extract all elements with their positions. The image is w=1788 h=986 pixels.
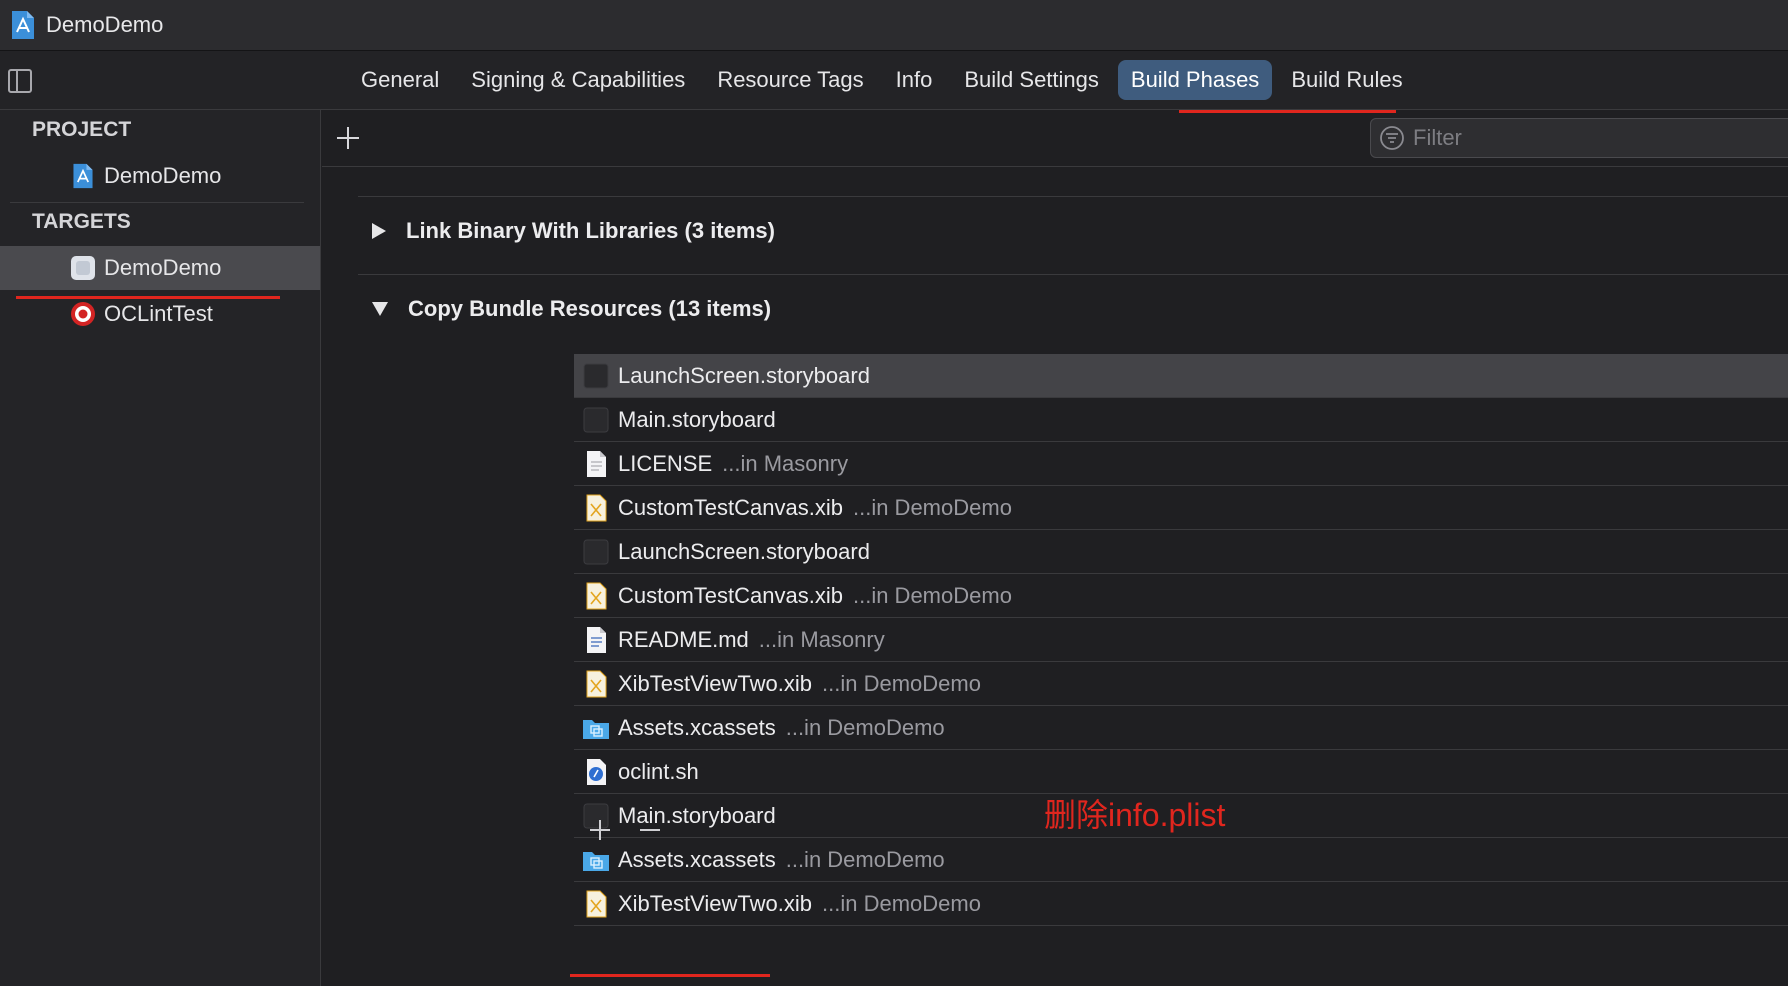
storyboard-icon: [583, 539, 609, 564]
file-name: LaunchScreen.storyboard: [618, 538, 870, 564]
sidebar-item-target-demodemo[interactable]: DemoDemo: [0, 246, 320, 290]
file-location: ...in DemoDemo: [852, 582, 1012, 608]
file-location: ...in DemoDemo: [852, 494, 1012, 520]
tab-strip: General Signing & Capabilities Resource …: [348, 60, 1416, 100]
file-name: oclint.sh: [618, 758, 699, 784]
file-name: XibTestViewTwo.xib: [618, 890, 813, 916]
filter-input[interactable]: [1411, 124, 1788, 152]
storyboard-icon: [583, 363, 609, 388]
storyboard-icon: [583, 407, 609, 432]
list-item[interactable]: LICENSE ...in Masonry: [574, 442, 1788, 486]
title-bar: DemoDemo: [0, 0, 1788, 51]
app-target-icon: [71, 256, 95, 280]
tab-build-phases[interactable]: Build Phases: [1117, 60, 1273, 100]
asset-catalog-icon: [583, 851, 609, 871]
list-item[interactable]: Assets.xcassets ...in DemoDemo: [574, 706, 1788, 750]
file-name: CustomTestCanvas.xib: [618, 494, 843, 520]
xib-icon: [586, 890, 607, 917]
file-name: LICENSE: [618, 450, 713, 476]
tab-signing-capabilities[interactable]: Signing & Capabilities: [458, 60, 698, 100]
phase-divider: [358, 274, 1788, 275]
build-phases-editor: Link Binary With Libraries (3 items) Cop…: [322, 110, 1788, 986]
tab-info[interactable]: Info: [883, 60, 946, 100]
sidebar-item-label: DemoDemo: [104, 163, 222, 188]
sidebar-item-label: OCLintTest: [104, 301, 213, 326]
add-build-phase-icon[interactable]: [334, 124, 362, 152]
disclosure-triangle-expanded-icon[interactable]: [372, 302, 388, 316]
window-title: DemoDemo: [46, 12, 164, 37]
sidebar-item-target-oclinttest[interactable]: OCLintTest: [0, 292, 320, 336]
project-navigator: PROJECT DemoDemo TARGETS DemoDemo OCLint…: [0, 110, 321, 986]
list-item[interactable]: LaunchScreen.storyboard: [574, 354, 1788, 398]
list-item[interactable]: CustomTestCanvas.xib ...in DemoDemo: [574, 486, 1788, 530]
file-name: Main.storyboard: [618, 406, 776, 432]
file-location: ...in DemoDemo: [785, 846, 945, 872]
file-name: README.md: [618, 626, 749, 652]
annotation-label: 删除info.plist: [1044, 797, 1226, 833]
phase-link-binary-with-libraries[interactable]: Link Binary With Libraries (3 items): [372, 218, 775, 244]
document-icon: [587, 450, 606, 477]
sidebar-toggle-icon[interactable]: [8, 69, 32, 93]
file-location: ...in DemoDemo: [822, 670, 981, 696]
phase-copy-bundle-resources[interactable]: Copy Bundle Resources (13 items): [372, 296, 771, 322]
asset-catalog-icon: [583, 719, 609, 739]
list-item[interactable]: oclint.sh: [574, 750, 1788, 794]
list-item[interactable]: Main.storyboard: [574, 398, 1788, 442]
list-item[interactable]: XibTestViewTwo.xib ...in DemoDemo: [574, 882, 1788, 926]
xcode-project-icon: [12, 11, 34, 39]
file-name: Assets.xcassets: [618, 714, 776, 740]
list-item[interactable]: README.md ...in Masonry: [574, 618, 1788, 662]
project-section-header: PROJECT: [32, 118, 132, 141]
list-item[interactable]: Assets.xcassets ...in DemoDemo: [574, 838, 1788, 882]
list-item[interactable]: LaunchScreen.storyboard: [574, 530, 1788, 574]
filter-icon: [1380, 126, 1404, 150]
tab-general[interactable]: General: [348, 60, 452, 100]
targets-section-header: TARGETS: [32, 210, 131, 233]
file-location: ...in DemoDemo: [785, 714, 945, 740]
phase-divider: [358, 196, 1788, 197]
resource-list-toolbar: [588, 818, 662, 842]
tab-resource-tags[interactable]: Resource Tags: [704, 60, 876, 100]
add-resource-icon[interactable]: [588, 818, 612, 842]
editor-tab-bar: General Signing & Capabilities Resource …: [0, 51, 1788, 110]
xib-icon: [586, 582, 607, 609]
resource-file-list: LaunchScreen.storyboard Main.storyboard …: [574, 354, 1788, 926]
file-location: ...in Masonry: [758, 626, 885, 652]
file-name: LaunchScreen.storyboard: [618, 362, 870, 388]
phase-title: Copy Bundle Resources (13 items): [408, 296, 772, 321]
file-location: ...in DemoDemo: [822, 890, 981, 916]
phase-title: Link Binary With Libraries (3 items): [406, 218, 775, 243]
sidebar-item-label: DemoDemo: [104, 255, 222, 280]
xib-icon: [586, 670, 607, 697]
filter-field[interactable]: [1370, 118, 1788, 158]
sidebar-item-project-demodemo[interactable]: DemoDemo: [0, 154, 320, 198]
file-name: XibTestViewTwo.xib: [618, 670, 813, 696]
file-name: CustomTestCanvas.xib: [618, 582, 843, 608]
shell-script-icon: [587, 758, 606, 785]
aggregate-target-icon: [71, 302, 95, 326]
tab-build-rules[interactable]: Build Rules: [1278, 60, 1415, 100]
list-item[interactable]: XibTestViewTwo.xib ...in DemoDemo: [574, 662, 1788, 706]
toolbar-divider: [322, 166, 1788, 167]
markdown-icon: [587, 626, 606, 653]
list-item[interactable]: CustomTestCanvas.xib ...in DemoDemo: [574, 574, 1788, 618]
sidebar-divider: [10, 202, 304, 203]
tab-build-settings[interactable]: Build Settings: [951, 60, 1112, 100]
xib-icon: [586, 494, 607, 521]
annotation-underline-buttons: [570, 974, 770, 977]
file-name: Assets.xcassets: [618, 846, 776, 872]
xcode-project-icon: [73, 163, 93, 189]
disclosure-triangle-collapsed-icon[interactable]: [372, 223, 386, 239]
file-location: ...in Masonry: [722, 450, 849, 476]
remove-resource-icon[interactable]: [638, 818, 662, 842]
